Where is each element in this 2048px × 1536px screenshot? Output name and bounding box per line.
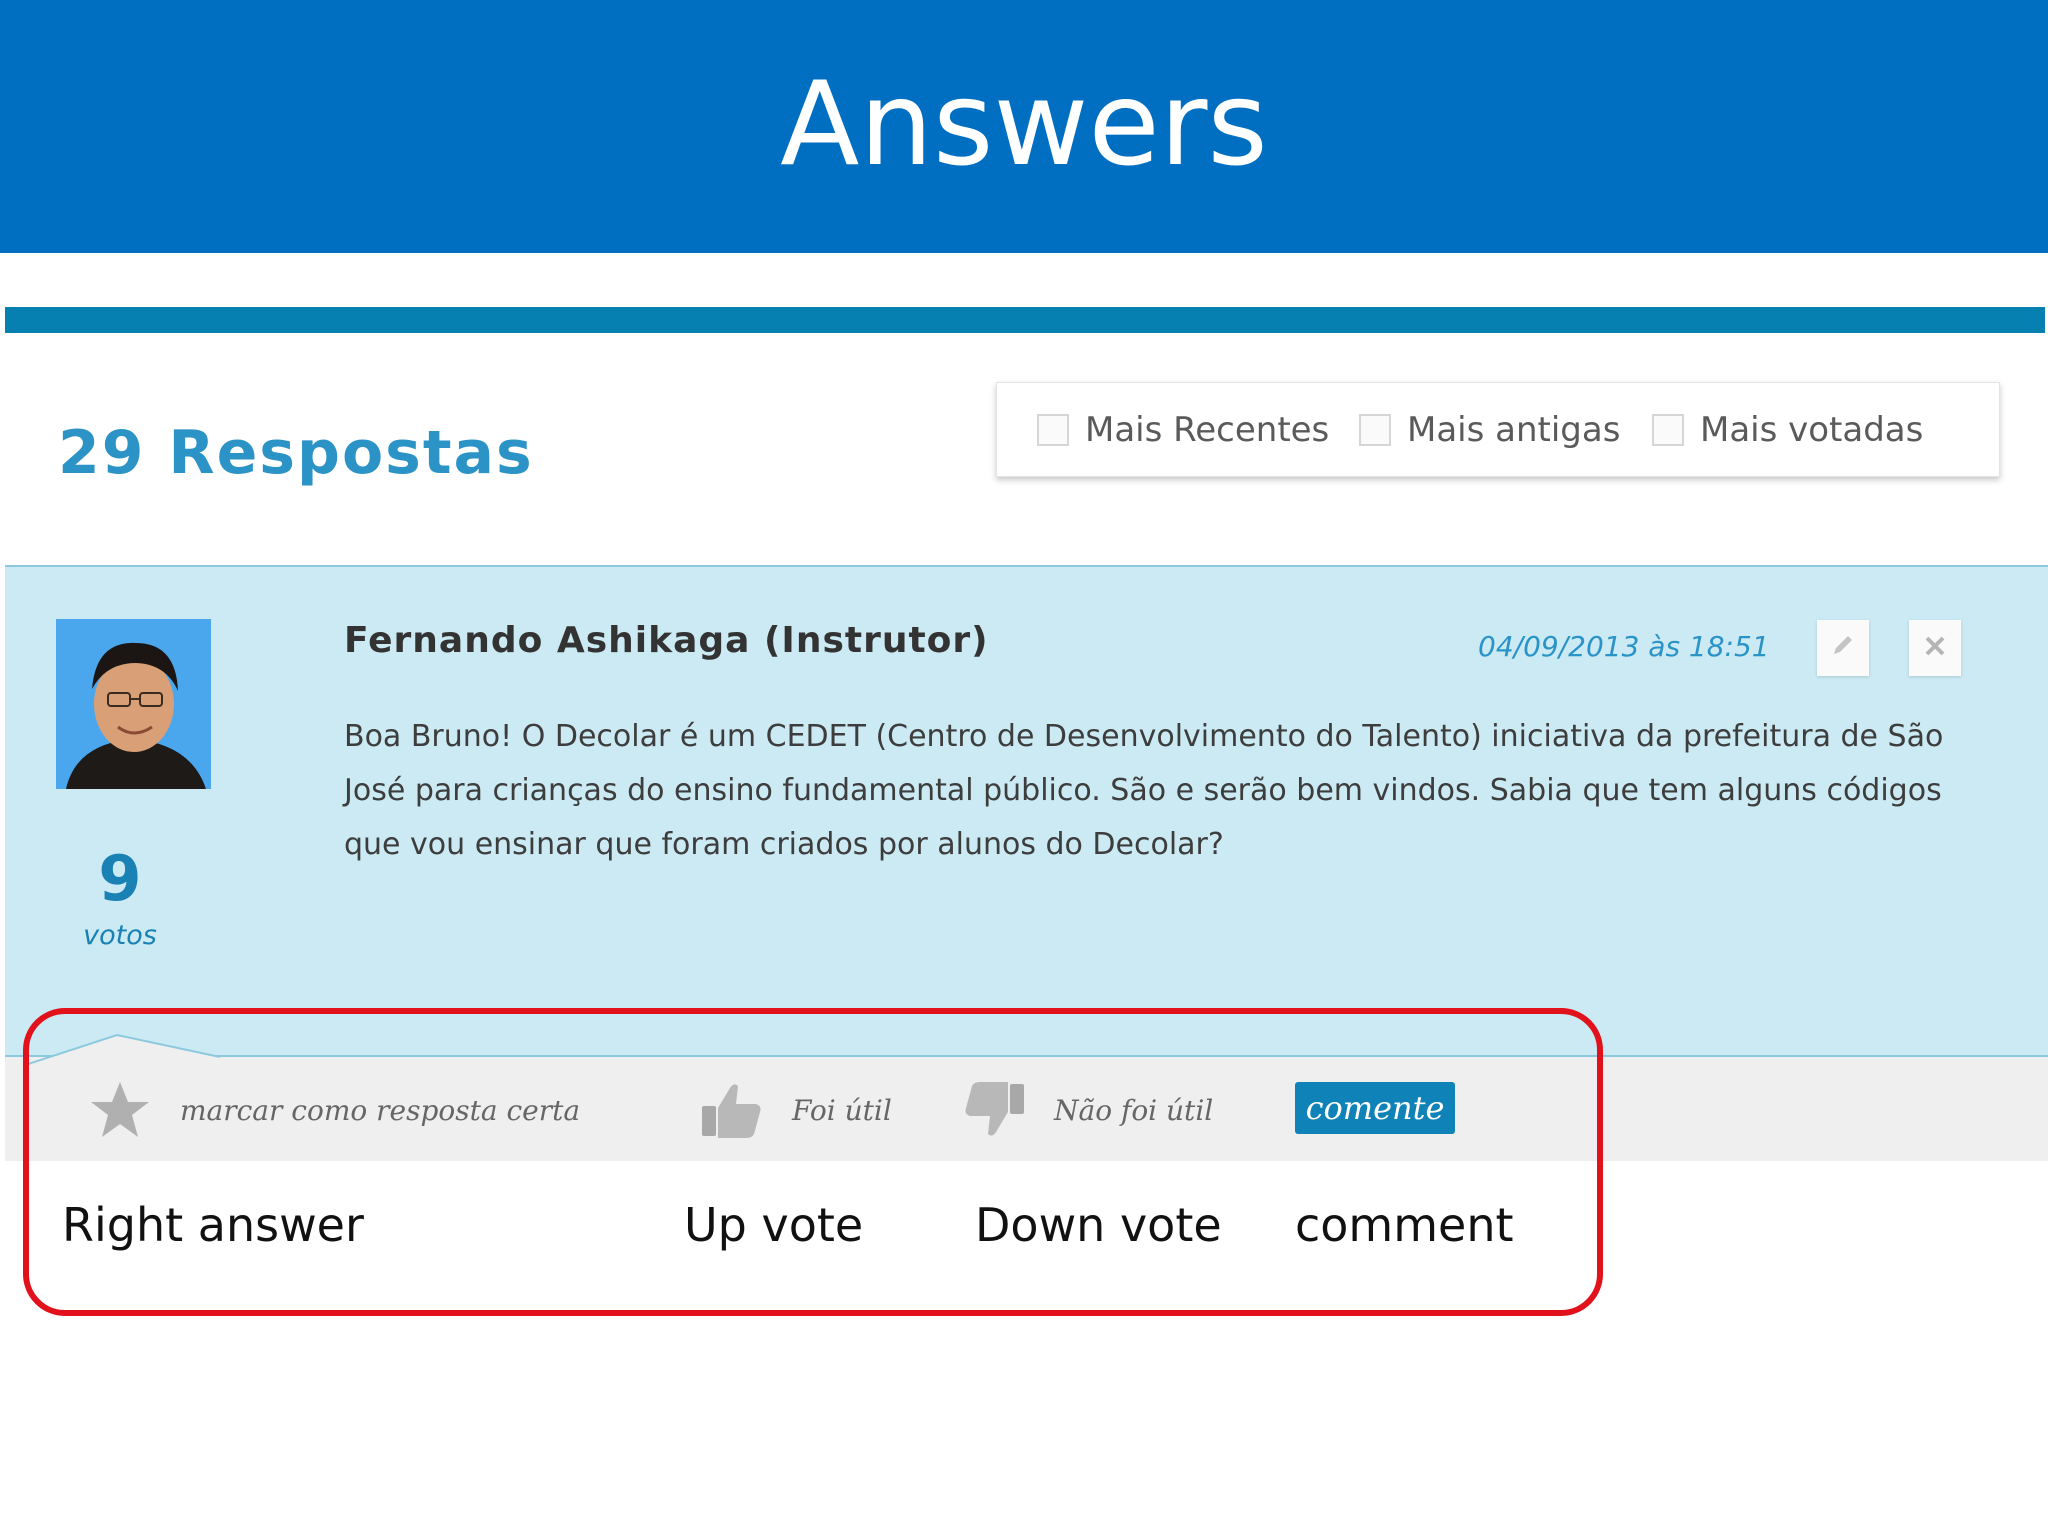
annotation-up-vote: Up vote [684, 1198, 864, 1252]
checkbox-oldest[interactable] [1359, 414, 1391, 446]
annotation-down-vote: Down vote [975, 1198, 1222, 1252]
answers-count-heading: 29 Respostas [58, 418, 534, 488]
filter-oldest[interactable]: Mais antigas [1359, 406, 1620, 454]
checkbox-most-voted[interactable] [1652, 414, 1684, 446]
annotation-highlight-box [23, 1008, 1603, 1316]
answer-body: Boa Bruno! O Decolar é um CEDET (Centro … [344, 719, 1944, 862]
filter-label: Mais Recentes [1085, 410, 1330, 450]
sort-filter-box: Mais Recentes Mais antigas Mais votadas [996, 382, 2000, 477]
filter-most-recent[interactable]: Mais Recentes [1037, 406, 1329, 454]
annotation-comment: comment [1295, 1198, 1514, 1252]
close-icon [1923, 631, 1947, 666]
author-name[interactable]: Fernando Ashikaga (Instrutor) [344, 620, 989, 661]
checkbox-most-recent[interactable] [1037, 414, 1069, 446]
vote-count: 9 [98, 842, 142, 915]
slide-title: Answers [780, 57, 1268, 192]
post-date: 04/09/2013 às 18:51 [1478, 630, 1770, 663]
filter-label: Mais antigas [1407, 410, 1621, 450]
edit-button[interactable] [1817, 620, 1869, 676]
avatar [56, 619, 211, 789]
accent-bar [5, 307, 2045, 333]
delete-button[interactable] [1909, 620, 1961, 676]
vote-label: votos [83, 920, 157, 951]
filter-label: Mais votadas [1700, 410, 1924, 450]
annotation-right-answer: Right answer [62, 1198, 364, 1252]
pencil-icon [1830, 631, 1856, 666]
filter-most-voted[interactable]: Mais votadas [1652, 406, 1923, 454]
